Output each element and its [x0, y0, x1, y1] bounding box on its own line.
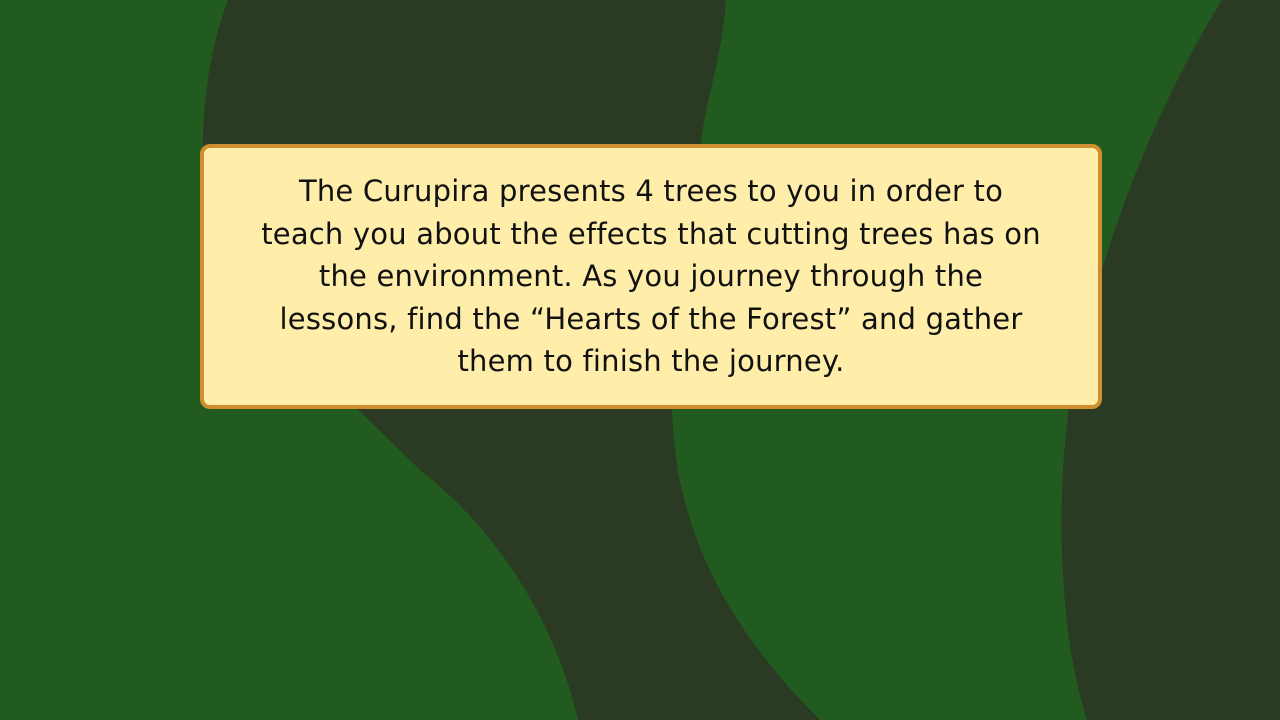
dialog-line: lessons, find the “Hearts of the Forest”… [279, 301, 1023, 336]
story-dialog-text: The Curupira presents 4 trees to you in … [261, 170, 1041, 383]
dialog-line: teach you about the effects that cutting… [261, 216, 1041, 251]
dialog-line: the environment. As you journey through … [318, 259, 984, 294]
story-dialog-box: The Curupira presents 4 trees to you in … [200, 144, 1102, 409]
dialog-line: The Curupira presents 4 trees to you in … [298, 174, 1004, 209]
dialog-line: them to finish the journey. [457, 344, 845, 379]
